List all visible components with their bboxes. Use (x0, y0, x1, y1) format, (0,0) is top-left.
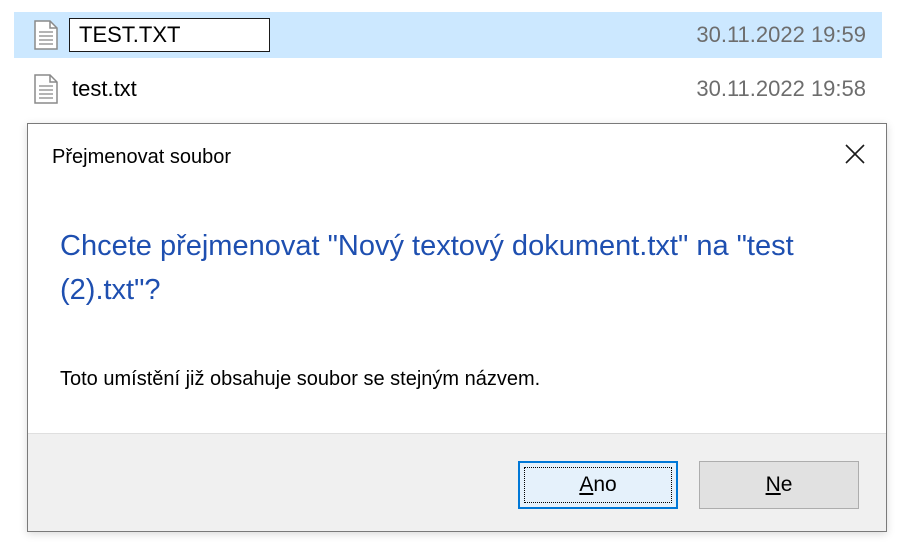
dialog-content: Toto umístění již obsahuje soubor se ste… (60, 368, 541, 390)
text-file-icon (34, 20, 58, 50)
dialog-instruction: Chcete přejmenovat "Nový textový dokumen… (60, 230, 794, 306)
yes-button-accelerator: A (579, 473, 594, 496)
file-explorer: TEST.TXT 30.11.2022 19:59 test.txt 30.11… (0, 0, 899, 547)
file-row[interactable]: test.txt 30.11.2022 19:58 (14, 66, 882, 112)
file-date: 30.11.2022 19:58 (696, 76, 866, 101)
file-name: test.txt (72, 76, 137, 101)
close-icon (844, 143, 866, 170)
no-button-label: e (780, 473, 793, 496)
rename-dialog: Přejmenovat soubor Chcete přejmenovat "N… (27, 123, 887, 532)
file-row[interactable]: TEST.TXT 30.11.2022 19:59 (14, 12, 882, 58)
rename-input[interactable]: TEST.TXT (69, 18, 270, 52)
yes-button-label: no (593, 473, 617, 496)
text-file-icon (34, 74, 58, 104)
no-button-accelerator: N (765, 473, 781, 496)
yes-button[interactable]: Ano (518, 461, 678, 509)
dialog-footer: Ano Ne (28, 433, 886, 531)
dialog-title: Přejmenovat soubor (52, 146, 231, 168)
no-button[interactable]: Ne (699, 461, 859, 509)
file-date: 30.11.2022 19:59 (696, 22, 866, 47)
close-button[interactable] (834, 136, 876, 176)
